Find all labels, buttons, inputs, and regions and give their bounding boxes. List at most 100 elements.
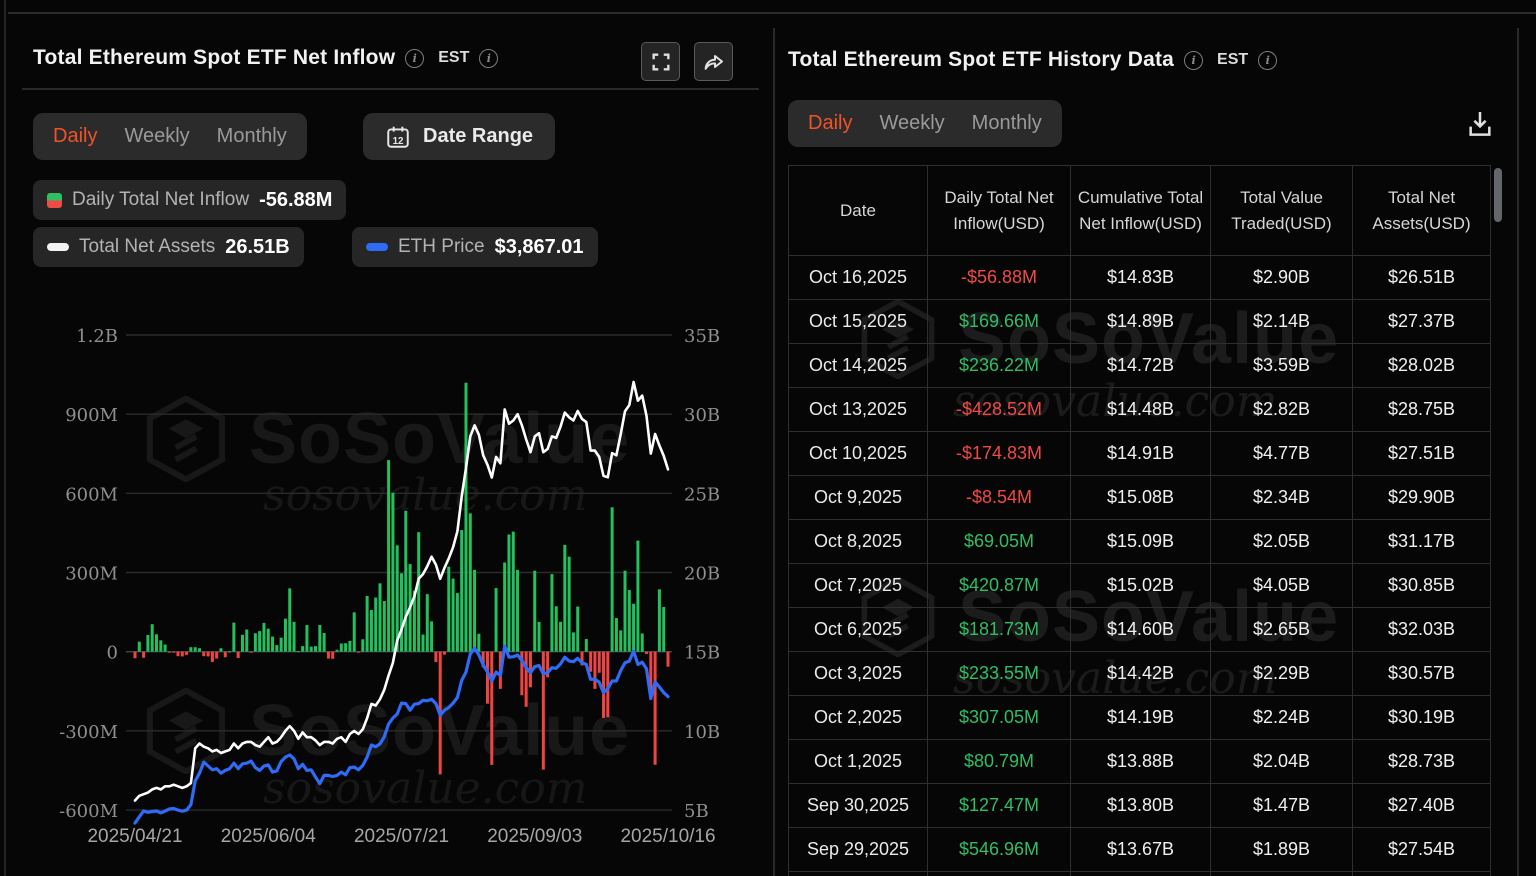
legend-daily-net-inflow[interactable]: Daily Total Net Inflow -56.88M	[33, 180, 347, 220]
info-icon[interactable]: i	[405, 48, 425, 68]
cell-value: $13.80B	[1070, 783, 1211, 828]
table-row[interactable]: Oct 1,2025 $80.79M $13.88B $2.04B $28.73B	[788, 739, 1491, 784]
table-row[interactable]: Oct 7,2025 $420.87M $15.02B $4.05B $30.85B	[788, 563, 1491, 608]
panel-divider	[773, 28, 775, 876]
calendar-icon: 12	[387, 126, 409, 148]
inflow-bar-negative	[490, 651, 494, 765]
table-row[interactable]: Oct 6,2025 $181.73M $14.60B $2.65B $32.03B	[788, 607, 1491, 652]
table-row[interactable]: Oct 8,2025 $69.05M $15.09B $2.05B $31.17B	[788, 519, 1491, 564]
inflow-bar-negative	[185, 651, 189, 655]
chart-panel-header: Total Ethereum Spot ETF Net Inflow i EST…	[33, 46, 499, 70]
cell-value: $2.05B	[1210, 519, 1353, 564]
inflow-bar-positive	[258, 631, 262, 652]
cell-value: $2.24B	[1210, 695, 1353, 740]
inflow-bar-negative	[326, 651, 330, 659]
inflow-bar-positive	[283, 618, 287, 652]
inflow-bar-positive	[305, 625, 309, 652]
inflow-bar-positive	[636, 540, 640, 652]
legend-eth-price[interactable]: ETH Price $3,867.01	[352, 227, 598, 267]
legend-value: -56.88M	[259, 188, 333, 211]
tab-daily[interactable]: Daily	[808, 112, 852, 135]
net-inflow-combo-chart[interactable]: 1.2B 35B 900M 30B 600M 25B 300M 20B 0 15B -300M 10B…	[8, 310, 773, 876]
inflow-bar-positive	[279, 637, 283, 652]
history-table[interactable]: Date Daily Total Net Inflow(USD) Cumulativ…	[788, 165, 1491, 876]
inflow-bar-negative	[602, 651, 606, 718]
info-icon[interactable]: i	[479, 48, 499, 68]
share-button[interactable]	[694, 42, 733, 81]
tab-weekly[interactable]: Weekly	[124, 125, 189, 148]
table-row[interactable]: Oct 16,2025 -$56.88M $14.83B $2.90B $26.51B	[788, 255, 1491, 300]
inflow-bar-positive	[296, 651, 300, 653]
cell-value: $15.02B	[1070, 563, 1211, 608]
cell-date: Sep 30,2025	[788, 783, 928, 828]
page-right-border	[1517, 28, 1519, 876]
left-axis-tick: -600M	[59, 801, 118, 822]
table-scrollbar[interactable]	[1494, 168, 1502, 222]
inflow-bar-positive	[197, 648, 201, 652]
cell-value: $307.05M	[927, 695, 1071, 740]
cell-value: $27.40B	[1352, 783, 1491, 828]
page-left-border	[4, 0, 6, 876]
table-row[interactable]: Oct 15,2025 $169.66M $14.89B $2.14B $27.37B	[788, 299, 1491, 344]
cell-value: -$248.31M	[927, 871, 1071, 876]
download-button[interactable]	[1464, 108, 1496, 145]
inflow-bar-positive	[447, 566, 451, 652]
inflow-bar-negative	[206, 651, 210, 657]
tab-weekly[interactable]: Weekly	[879, 112, 944, 135]
inflow-bar-positive	[348, 640, 352, 652]
cell-value: $28.75B	[1352, 387, 1491, 432]
tab-daily[interactable]: Daily	[53, 125, 97, 148]
table-row[interactable]: Oct 10,2025 -$174.83M $14.91B $4.77B $27.51B	[788, 431, 1491, 476]
inflow-bar-positive	[425, 594, 429, 652]
table-header-row: Date Daily Total Net Inflow(USD) Cumulativ…	[788, 165, 1491, 256]
inflow-bar-positive	[322, 632, 326, 652]
inflow-bar-positive	[292, 621, 296, 652]
cell-value: $4.05B	[1210, 563, 1353, 608]
cell-value: $236.22M	[927, 343, 1071, 388]
inflow-bar-negative	[167, 651, 171, 653]
cell-value: $233.55M	[927, 651, 1071, 696]
legend-label: Daily Total Net Inflow	[72, 189, 250, 210]
table-row[interactable]: Oct 13,2025 -$428.52M $14.48B $2.82B $28.75B	[788, 387, 1491, 432]
cell-value: $13.12B	[1070, 871, 1211, 876]
cell-value: $2.04B	[1210, 739, 1353, 784]
inflow-bar-positive	[477, 633, 481, 652]
inflow-bar-positive	[550, 574, 554, 652]
cell-value: $2.82B	[1210, 387, 1353, 432]
legend-total-net-assets[interactable]: Total Net Assets 26.51B	[33, 227, 304, 267]
table-row[interactable]: Oct 14,2025 $236.22M $14.72B $3.59B $28.02B	[788, 343, 1491, 388]
cell-value: -$174.83M	[927, 431, 1071, 476]
table-row[interactable]: Oct 2,2025 $307.05M $14.19B $2.24B $30.19B	[788, 695, 1491, 740]
table-row[interactable]: Sep 30,2025 $127.47M $13.80B $1.47B $27.40B	[788, 783, 1491, 828]
inflow-bar-positive	[657, 589, 661, 652]
tab-monthly[interactable]: Monthly	[972, 112, 1042, 135]
net-inflow-chart-panel: Total Ethereum Spot ETF Net Inflow i EST…	[8, 28, 773, 876]
column-header: Cumulative Total Net Inflow(USD)	[1070, 165, 1211, 256]
inflow-bar-positive	[189, 647, 193, 652]
right-axis-tick: 30B	[684, 405, 720, 426]
inflow-bar-positive	[516, 569, 520, 652]
inflow-bar-positive	[245, 629, 249, 652]
inflow-bar-positive	[240, 634, 244, 652]
inflow-bar-positive	[571, 632, 575, 652]
info-icon[interactable]: i	[1184, 50, 1204, 70]
table-row[interactable]: Oct 3,2025 $233.55M $14.42B $2.29B $30.57B	[788, 651, 1491, 696]
tab-monthly[interactable]: Monthly	[217, 125, 287, 148]
fullscreen-button[interactable]	[641, 42, 680, 81]
cell-value: $14.42B	[1070, 651, 1211, 696]
table-row[interactable]: Sep 26,2025-$248.31M$13.12B$2.10B$26.01B	[788, 871, 1491, 876]
inflow-bar-positive	[365, 595, 369, 652]
inflow-bar-negative	[223, 651, 227, 658]
right-axis-tick: 35B	[684, 326, 720, 347]
table-row[interactable]: Sep 29,2025 $546.96M $13.67B $1.89B $27.54B	[788, 827, 1491, 872]
info-icon[interactable]: i	[1258, 50, 1278, 70]
legend-label: ETH Price	[398, 236, 485, 257]
inflow-bar-positive	[460, 530, 464, 652]
inflow-bar-negative	[142, 651, 146, 658]
table-row[interactable]: Oct 9,2025 -$8.54M $15.08B $2.34B $29.90B	[788, 475, 1491, 520]
fullscreen-icon	[651, 52, 670, 71]
cell-value: $27.51B	[1352, 431, 1491, 476]
cell-value: $28.02B	[1352, 343, 1491, 388]
date-range-button[interactable]: 12 Date Range	[363, 113, 556, 160]
cell-value: $2.14B	[1210, 299, 1353, 344]
